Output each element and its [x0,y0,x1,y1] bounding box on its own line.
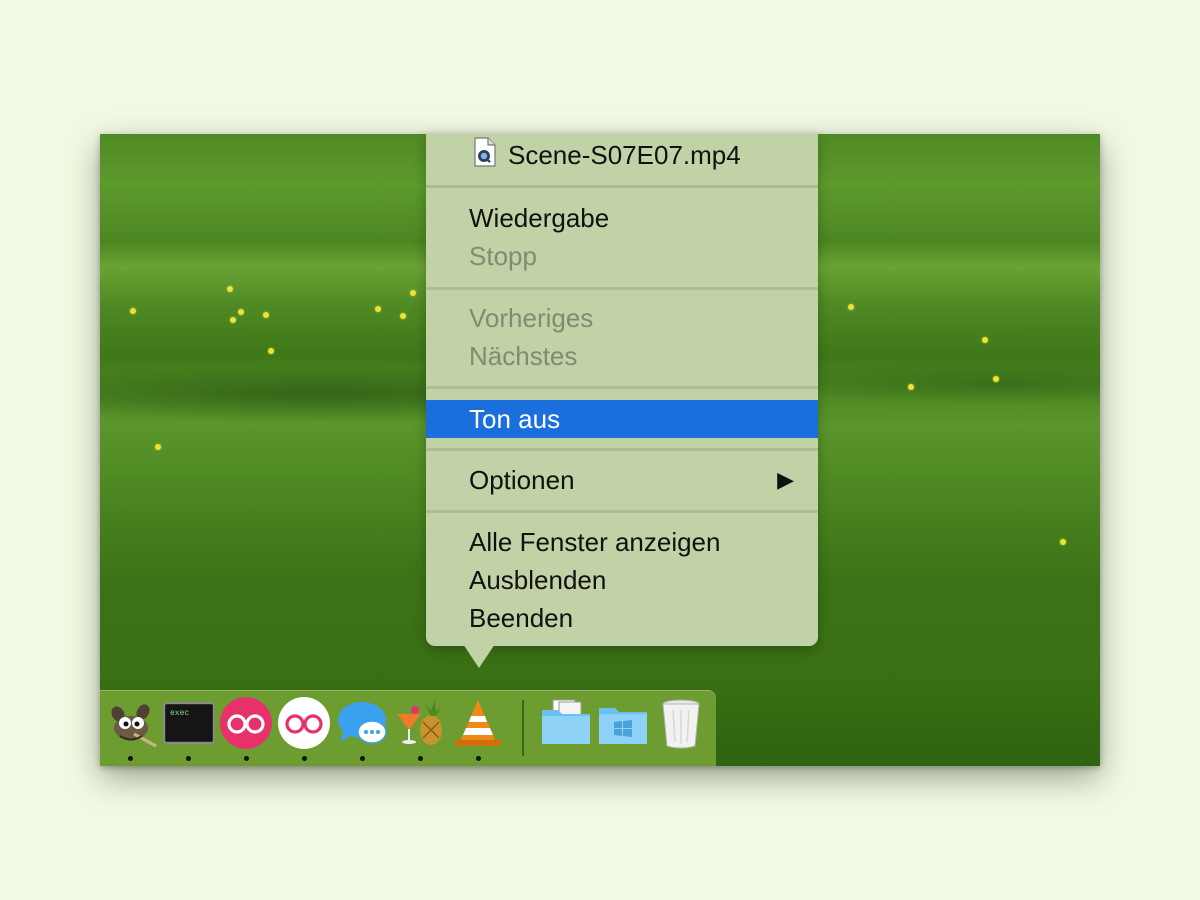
vlc-cone-icon[interactable] [451,696,505,750]
terminal-exec-label: exec [170,709,189,718]
terminal-icon[interactable]: exec [162,696,216,750]
flower [993,376,999,382]
file-title-label: Scene-S07E07.mp4 [508,140,741,170]
flower [227,286,233,292]
flickr-pink-icon[interactable] [219,696,273,750]
flower [130,308,136,314]
windows-folder-icon[interactable] [596,696,650,750]
dock-context-menu: Scene-S07E07.mp4 Wiedergabe Stopp Vorher… [426,134,818,646]
messages-icon[interactable] [336,696,390,750]
documents-folder-icon[interactable] [539,696,593,750]
dock-divider [522,700,524,756]
menu-separator [426,448,818,451]
menu-item-label: Ausblenden [469,565,607,595]
flower [230,317,236,323]
flower [1060,539,1066,545]
flower [268,348,274,354]
flower [848,304,854,310]
gimp-icon[interactable] [104,696,158,750]
menu-item-naechstes: Nächstes [426,337,818,375]
menu-item-label: Wiedergabe [469,203,610,233]
flower [400,313,406,319]
menu-item-ausblenden[interactable]: Ausblenden [426,561,818,599]
flower [410,290,416,296]
menu-item-ton-aus[interactable]: Ton aus [426,400,818,438]
menu-item-alle-fenster[interactable]: Alle Fenster anzeigen [426,523,818,561]
menu-item-optionen[interactable]: Optionen ▶ [426,461,818,499]
menu-item-label: Beenden [469,603,574,633]
menu-item-wiedergabe[interactable]: Wiedergabe [426,199,818,237]
menu-item-vorheriges: Vorheriges [426,299,818,337]
trash-icon[interactable] [654,696,708,750]
running-indicator [244,756,249,761]
submenu-arrow-icon: ▶ [777,467,794,492]
menu-item-label: Nächstes [469,341,578,371]
menu-item-stopp: Stopp [426,237,818,275]
menu-item-label: Stopp [469,241,537,271]
flower [155,444,161,450]
running-indicator [476,756,481,761]
cocktail-pineapple-icon[interactable] [393,696,447,750]
flickr-white-icon[interactable] [277,696,331,750]
menu-pointer [463,644,495,668]
running-indicator [128,756,133,761]
flower [238,309,244,315]
menu-item-label: Vorheriges [469,303,594,333]
running-indicator [360,756,365,761]
running-indicator [302,756,307,761]
menu-separator [426,287,818,290]
menu-item-beenden[interactable]: Beenden [426,599,818,637]
running-indicator [418,756,423,761]
flower [908,384,914,390]
menu-separator [426,185,818,188]
menu-item-label: Optionen [469,465,575,495]
flower [375,306,381,312]
video-file-icon [474,137,496,167]
menu-separator [426,510,818,513]
menu-item-label: Ton aus [469,404,561,434]
flower [982,337,988,343]
flower [263,312,269,318]
running-indicator [186,756,191,761]
menu-separator [426,386,818,389]
menu-item-label: Alle Fenster anzeigen [469,527,721,557]
